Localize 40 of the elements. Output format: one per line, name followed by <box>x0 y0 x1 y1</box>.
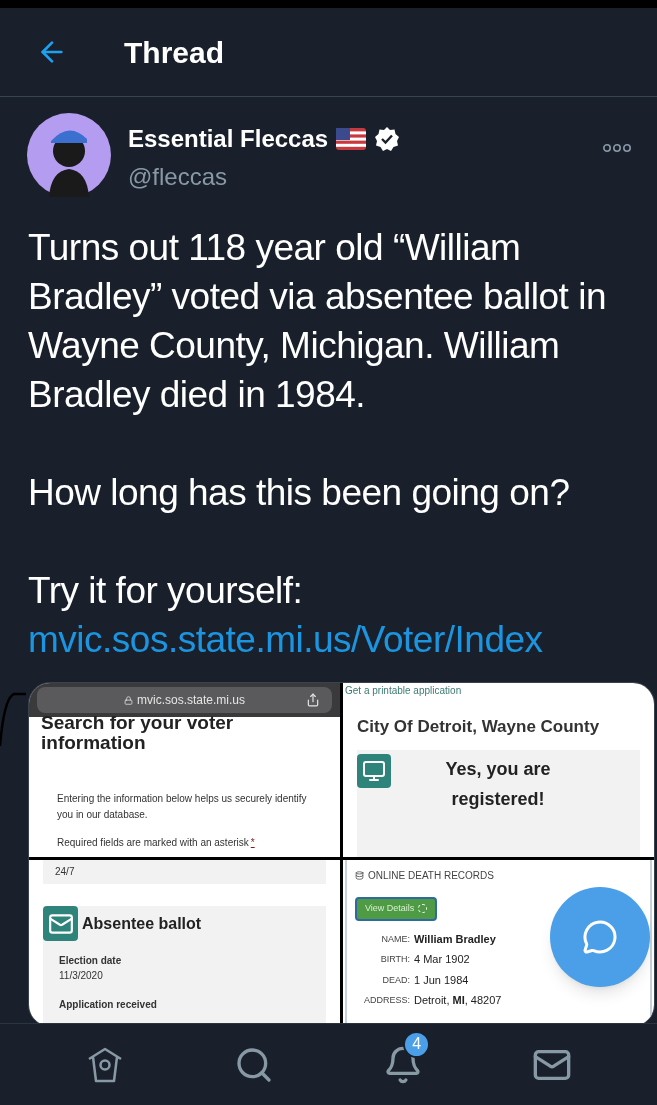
header-title: Thread <box>124 34 225 71</box>
tweet-text: How long has this been going on? <box>28 471 571 515</box>
url-text: mvic.sos.state.mi.us <box>137 692 245 709</box>
record-label: ADDRESS: <box>363 994 410 1007</box>
field-label: Application received <box>58 998 158 1012</box>
record-value: 1 Jun 1984 <box>414 972 469 988</box>
asterisk: * <box>250 836 255 850</box>
flag-icon <box>336 128 367 150</box>
record-value: William Bradley <box>414 931 496 947</box>
display-name: Essential Fleccas <box>128 124 329 154</box>
printable-link[interactable]: Get a printable application <box>345 683 652 698</box>
envelope-icon <box>43 906 78 941</box>
view-details-button[interactable]: View Details <box>355 897 438 921</box>
record-label: NAME: <box>380 932 410 946</box>
tweet-text: Turns out 118 year old “William Bradley” voted via absentee ballot in Wayne County, Michigan. William Bradley died in 1984. <box>28 226 607 417</box>
record-value: Detroit, MI, 48207 <box>414 993 502 1008</box>
lock-icon <box>124 695 133 705</box>
tweet-link[interactable]: mvic.sos.state.mi.us/Voter/Index <box>28 615 629 664</box>
status-text: Yes, you are registered! <box>444 757 552 811</box>
speech-bubble-icon <box>582 919 618 955</box>
notification-badge: 4 <box>403 1030 431 1058</box>
field-value: 11/3/2020 <box>59 969 104 983</box>
card-heading: Absentee ballot <box>82 913 202 934</box>
county-heading: City Of Detroit, Wayne County <box>356 716 601 738</box>
source-label: ONLINE DEATH RECORDS <box>368 869 494 883</box>
user-handle: @fleccas <box>128 162 229 192</box>
database-icon <box>355 871 364 880</box>
record-label: DEAD: <box>381 973 410 987</box>
share-icon[interactable] <box>306 693 320 707</box>
required-text: Required fields are marked with an asterisk <box>57 836 249 850</box>
record-label: BIRTH: <box>379 953 410 966</box>
page-heading: Search for your voter information <box>40 713 235 753</box>
more-options-icon[interactable] <box>603 143 631 153</box>
record-value: 4 Mar 1902 <box>414 952 470 967</box>
tweet-text: Try it for yourself: <box>28 569 304 613</box>
monitor-icon <box>357 753 391 788</box>
intro-text: Entering the information below helps us securely identify you in our database. <box>56 792 308 822</box>
hours-card: 24/7 <box>43 860 326 884</box>
address-bar[interactable]: mvic.sos.state.mi.us <box>37 687 332 713</box>
field-label: Election date <box>59 954 123 968</box>
